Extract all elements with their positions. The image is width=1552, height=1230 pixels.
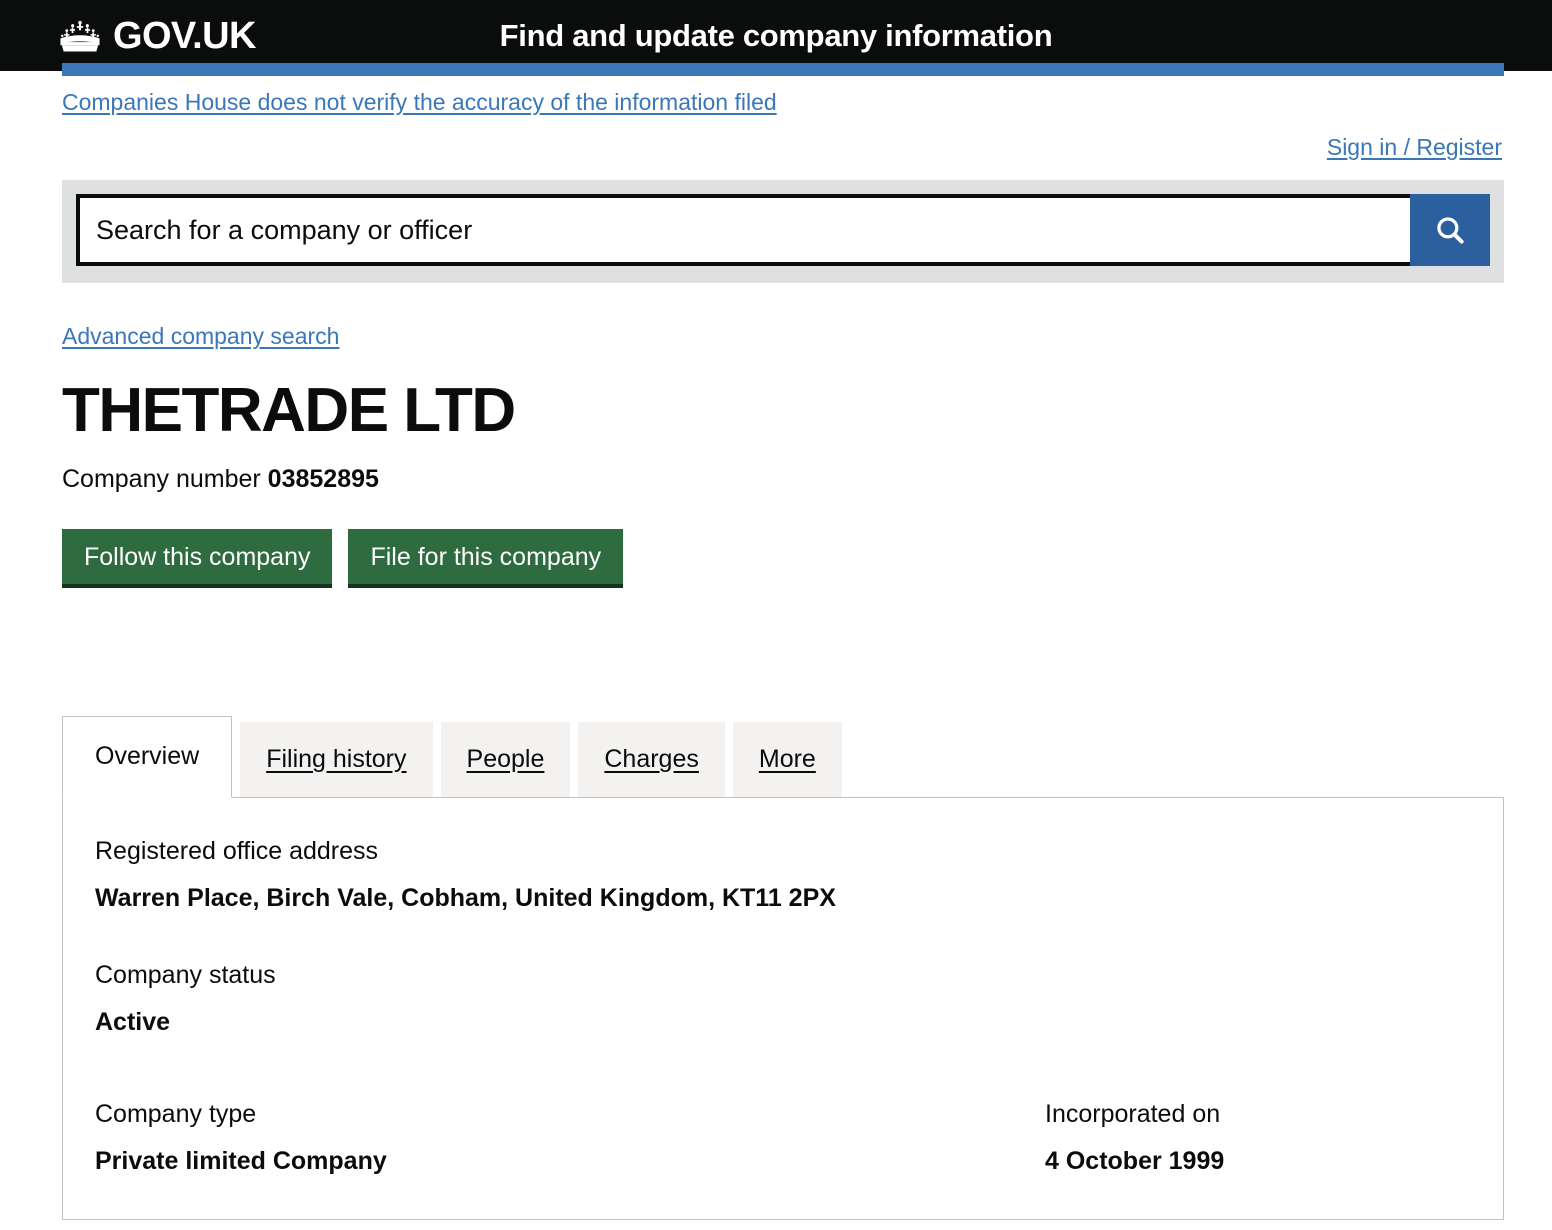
company-status-value: Active	[95, 1007, 171, 1036]
company-tabs: Overview Filing history People Charges M…	[62, 715, 1504, 1220]
follow-this-company-button[interactable]: Follow this company	[62, 529, 333, 588]
company-number-label: Company number	[62, 465, 261, 494]
company-number: Company number 03852895	[62, 465, 1504, 494]
account-bar: Sign in / Register	[62, 134, 1504, 161]
tab-filing-history-label: Filing history	[266, 744, 407, 773]
company-type-label: Company type	[95, 1099, 257, 1128]
page-title: THETRADE LTD	[62, 376, 516, 445]
crown-icon	[57, 14, 103, 58]
company-number-value: 03852895	[267, 465, 379, 494]
search-icon	[1433, 213, 1467, 247]
tab-more[interactable]: More	[732, 721, 842, 797]
tab-list: Overview Filing history People Charges M…	[62, 715, 1504, 798]
overview-columns: Company type Private limited Company Inc…	[95, 1097, 1471, 1179]
incorporated-on-label: Incorporated on	[1045, 1099, 1221, 1128]
tab-overview-label: Overview	[95, 741, 200, 770]
tab-people-label: People	[466, 744, 545, 773]
company-type-value: Private limited Company	[95, 1146, 387, 1175]
page-root: GOV.UK Find and update company informati…	[0, 0, 1552, 1220]
incorporated-on-column: Incorporated on 4 October 1999	[1045, 1097, 1471, 1179]
company-type-column: Company type Private limited Company	[95, 1097, 1045, 1179]
tab-filing-history[interactable]: Filing history	[240, 721, 433, 797]
search-submit-button[interactable]	[1410, 194, 1490, 266]
incorporated-on-value: 4 October 1999	[1045, 1146, 1225, 1175]
page-inner: Companies House does not verify the accu…	[62, 71, 1504, 1220]
govuk-wordmark: GOV.UK	[113, 14, 256, 57]
tab-people[interactable]: People	[440, 721, 571, 797]
search-bar	[62, 180, 1504, 283]
registered-office-address-value: Warren Place, Birch Vale, Cobham, United…	[95, 883, 836, 912]
search-input[interactable]	[76, 194, 1410, 266]
company-action-buttons: Follow this company File for this compan…	[62, 529, 1504, 588]
advanced-company-search-link[interactable]: Advanced company search	[62, 323, 339, 350]
sign-in-register-link[interactable]: Sign in / Register	[1327, 134, 1502, 160]
accuracy-notice-link[interactable]: Companies House does not verify the accu…	[62, 89, 777, 116]
tab-more-label: More	[758, 744, 816, 773]
overview-panel: Registered office address Warren Place, …	[62, 796, 1504, 1220]
tab-charges[interactable]: Charges	[578, 721, 725, 797]
registered-office-address-label: Registered office address	[95, 836, 379, 865]
tab-overview[interactable]: Overview	[62, 715, 233, 798]
tab-charges-label: Charges	[604, 744, 699, 773]
govuk-header: GOV.UK Find and update company informati…	[0, 0, 1552, 71]
company-status-label: Company status	[95, 960, 276, 989]
blue-accent-strip	[62, 63, 1504, 76]
govuk-logo-link[interactable]: GOV.UK	[57, 14, 256, 58]
file-for-this-company-button[interactable]: File for this company	[348, 529, 624, 588]
